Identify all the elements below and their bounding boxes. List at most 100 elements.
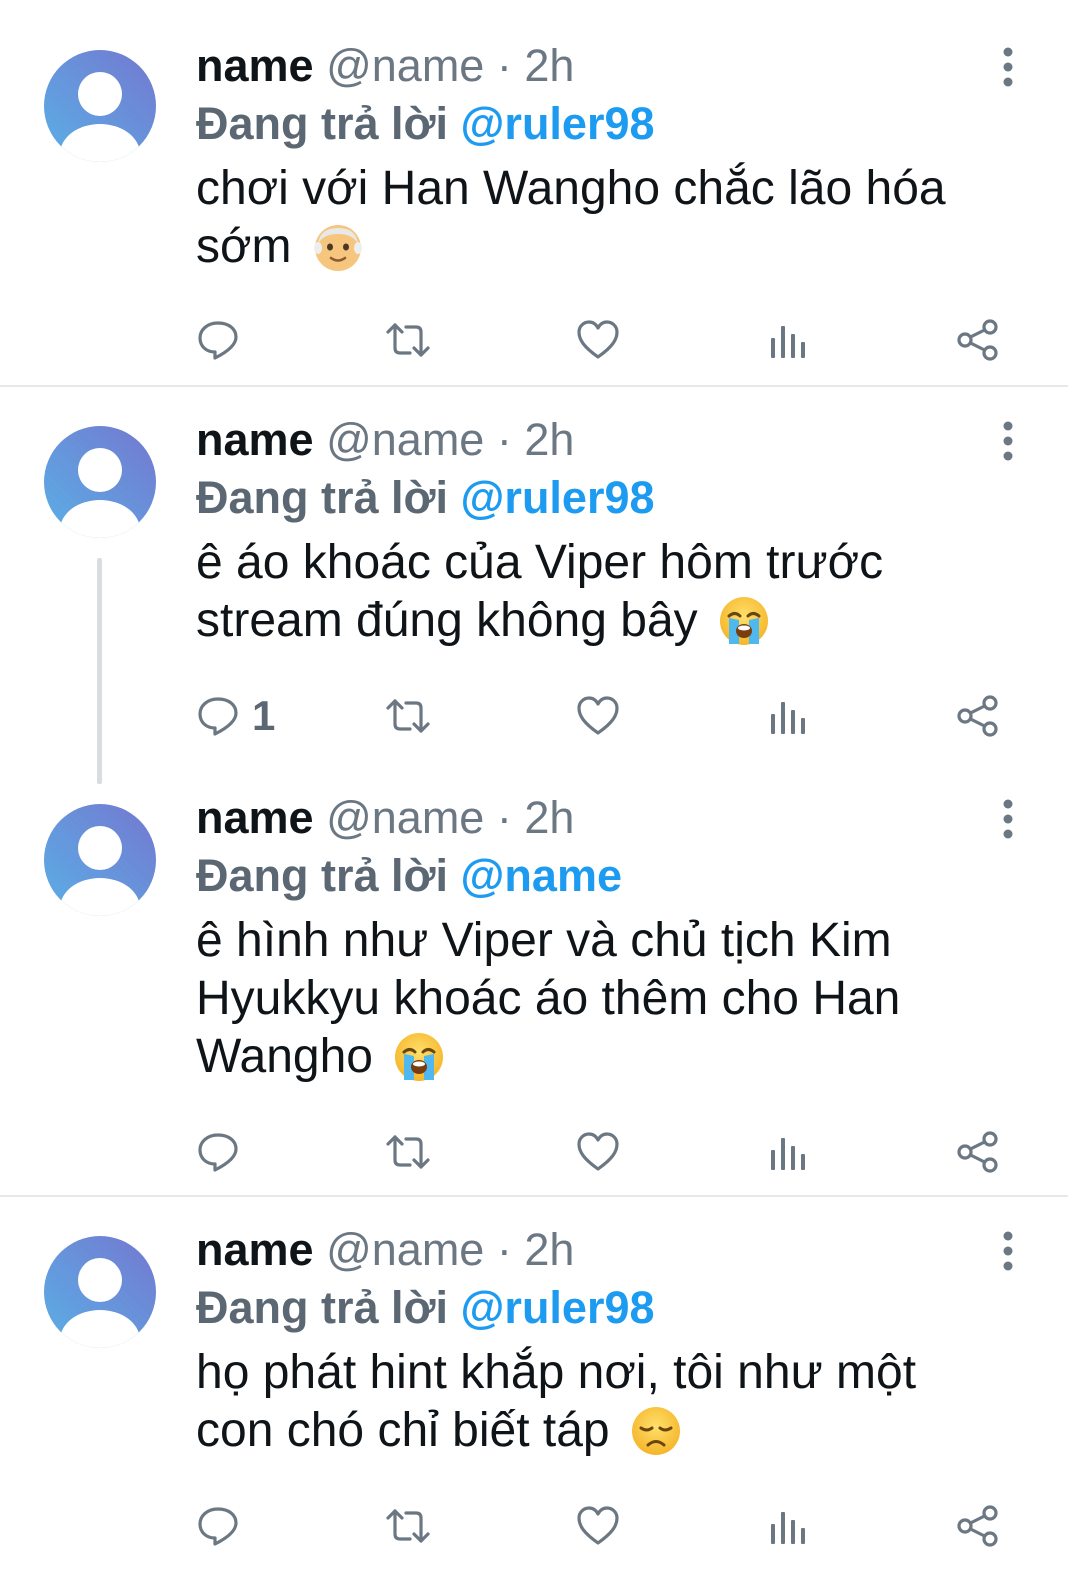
display-name[interactable]: name bbox=[196, 792, 314, 843]
timestamp[interactable]: 2h bbox=[524, 792, 574, 843]
timestamp[interactable]: 2h bbox=[524, 414, 574, 465]
share-icon bbox=[956, 318, 1000, 362]
replying-to: Đang trả lời @ruler98 bbox=[196, 1280, 655, 1336]
views-icon bbox=[768, 1504, 808, 1548]
views-icon bbox=[768, 318, 808, 362]
user-handle[interactable]: @name bbox=[326, 1224, 484, 1275]
tweet-text: chơi với Han Wangho chắc lão hóa sớm bbox=[196, 160, 996, 276]
tweet-header: name @name · 2h bbox=[196, 412, 574, 468]
share-button[interactable] bbox=[956, 1122, 1000, 1182]
avatar[interactable] bbox=[44, 1236, 156, 1348]
like-button[interactable] bbox=[576, 1496, 620, 1556]
share-icon bbox=[956, 694, 1000, 738]
replying-to-label: Đang trả lời bbox=[196, 850, 449, 901]
tweet-header: name @name · 2h bbox=[196, 38, 574, 94]
tweet-text-content: ê hình như Viper và chủ tịch Kim Hyukkyu… bbox=[196, 914, 901, 1083]
tweet-text-content: họ phát hint khắp nơi, tôi như một con c… bbox=[196, 1346, 917, 1457]
replying-to: Đang trả lời @name bbox=[196, 848, 622, 904]
tweet-text: ê hình như Viper và chủ tịch Kim Hyukkyu… bbox=[196, 912, 976, 1086]
reply-button[interactable] bbox=[196, 1122, 252, 1182]
reply-icon bbox=[196, 1504, 240, 1548]
more-options-icon[interactable] bbox=[990, 794, 1026, 842]
user-handle[interactable]: @name bbox=[326, 792, 484, 843]
more-options-icon[interactable] bbox=[990, 416, 1026, 464]
retweet-button[interactable] bbox=[384, 1496, 432, 1556]
replying-to-label: Đang trả lời bbox=[196, 1282, 449, 1333]
like-icon bbox=[576, 1130, 620, 1174]
action-bar bbox=[0, 310, 1080, 370]
replying-to: Đang trả lời @ruler98 bbox=[196, 96, 655, 152]
more-options-icon[interactable] bbox=[990, 1226, 1026, 1274]
loudly-crying-face-emoji bbox=[392, 1030, 446, 1084]
retweet-icon bbox=[384, 694, 432, 738]
separator: · bbox=[496, 792, 512, 843]
replying-to-handle[interactable]: @ruler98 bbox=[461, 1282, 655, 1333]
reply-button[interactable] bbox=[196, 1496, 252, 1556]
tweet-text-content: ê áo khoác của Viper hôm trước stream đú… bbox=[196, 536, 884, 647]
user-handle[interactable]: @name bbox=[326, 414, 484, 465]
share-icon bbox=[956, 1504, 1000, 1548]
avatar[interactable] bbox=[44, 50, 156, 162]
timestamp[interactable]: 2h bbox=[524, 1224, 574, 1275]
retweet-icon bbox=[384, 318, 432, 362]
reply-button[interactable] bbox=[196, 310, 252, 370]
tweet-text-content: chơi với Han Wangho chắc lão hóa sớm bbox=[196, 162, 946, 273]
separator: · bbox=[496, 1224, 512, 1275]
retweet-button[interactable] bbox=[384, 310, 432, 370]
replying-to-handle[interactable]: @name bbox=[461, 850, 622, 901]
replying-to-label: Đang trả lời bbox=[196, 98, 449, 149]
reply-icon bbox=[196, 318, 240, 362]
timestamp[interactable]: 2h bbox=[524, 40, 574, 91]
reply-button[interactable]: 1 bbox=[196, 686, 275, 746]
tweet-header: name @name · 2h bbox=[196, 1222, 574, 1278]
reply-icon bbox=[196, 694, 240, 738]
views-button[interactable] bbox=[768, 686, 808, 746]
display-name[interactable]: name bbox=[196, 414, 314, 465]
separator: · bbox=[496, 414, 512, 465]
action-bar bbox=[0, 1496, 1080, 1556]
retweet-icon bbox=[384, 1130, 432, 1174]
views-button[interactable] bbox=[768, 310, 808, 370]
tweet-text: ê áo khoác của Viper hôm trước stream đú… bbox=[196, 534, 936, 650]
like-icon bbox=[576, 318, 620, 362]
retweet-icon bbox=[384, 1504, 432, 1548]
replying-to: Đang trả lời @ruler98 bbox=[196, 470, 655, 526]
display-name[interactable]: name bbox=[196, 1224, 314, 1275]
thread-connector bbox=[97, 558, 102, 784]
tweet-text: họ phát hint khắp nơi, tôi như một con c… bbox=[196, 1344, 986, 1460]
older-man-emoji bbox=[311, 220, 365, 274]
like-icon bbox=[576, 694, 620, 738]
share-button[interactable] bbox=[956, 310, 1000, 370]
views-icon bbox=[768, 1130, 808, 1174]
tweet-header: name @name · 2h bbox=[196, 790, 574, 846]
like-button[interactable] bbox=[576, 686, 620, 746]
retweet-button[interactable] bbox=[384, 686, 432, 746]
divider bbox=[0, 1195, 1068, 1197]
share-button[interactable] bbox=[956, 686, 1000, 746]
disappointed-face-emoji bbox=[629, 1404, 683, 1458]
views-button[interactable] bbox=[768, 1122, 808, 1182]
action-bar: 1 bbox=[0, 686, 1080, 746]
share-button[interactable] bbox=[956, 1496, 1000, 1556]
reply-icon bbox=[196, 1130, 240, 1174]
reply-count: 1 bbox=[252, 692, 276, 739]
like-button[interactable] bbox=[576, 310, 620, 370]
views-button[interactable] bbox=[768, 1496, 808, 1556]
avatar[interactable] bbox=[44, 426, 156, 538]
replying-to-label: Đang trả lời bbox=[196, 472, 449, 523]
like-button[interactable] bbox=[576, 1122, 620, 1182]
share-icon bbox=[956, 1130, 1000, 1174]
more-options-icon[interactable] bbox=[990, 42, 1026, 90]
user-handle[interactable]: @name bbox=[326, 40, 484, 91]
views-icon bbox=[768, 694, 808, 738]
separator: · bbox=[496, 40, 512, 91]
avatar[interactable] bbox=[44, 804, 156, 916]
replying-to-handle[interactable]: @ruler98 bbox=[461, 472, 655, 523]
replying-to-handle[interactable]: @ruler98 bbox=[461, 98, 655, 149]
divider bbox=[0, 385, 1068, 387]
retweet-button[interactable] bbox=[384, 1122, 432, 1182]
loudly-crying-face-emoji bbox=[717, 594, 771, 648]
display-name[interactable]: name bbox=[196, 40, 314, 91]
like-icon bbox=[576, 1504, 620, 1548]
action-bar bbox=[0, 1122, 1080, 1182]
